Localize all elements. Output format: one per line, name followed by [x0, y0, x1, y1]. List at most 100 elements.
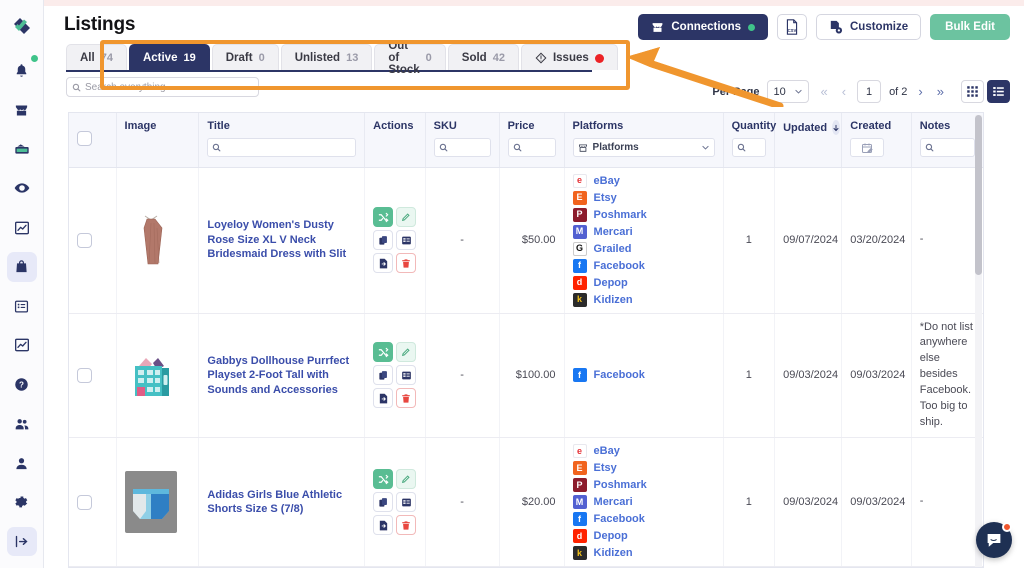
sku-filter-input[interactable]: [433, 138, 491, 157]
row-checkbox[interactable]: [77, 232, 92, 248]
per-page-select[interactable]: 10: [767, 80, 810, 103]
relist-button[interactable]: [373, 253, 394, 273]
bulk-edit-button[interactable]: Bulk Edit: [930, 14, 1010, 40]
select-all-checkbox[interactable]: [77, 131, 92, 146]
connections-button[interactable]: Connections: [638, 14, 768, 40]
chat-support-button[interactable]: [976, 522, 1012, 558]
crosslist-button[interactable]: [373, 207, 394, 227]
details-button[interactable]: [396, 230, 417, 250]
platform-item[interactable]: k Kidizen: [572, 546, 715, 561]
tab-out-of-stock[interactable]: Out of Stock 0: [374, 40, 446, 76]
sidebar-item-analytics[interactable]: [7, 213, 37, 242]
header-updated[interactable]: Updated: [774, 113, 843, 168]
crosslist-button[interactable]: [373, 469, 394, 490]
platform-label: Etsy: [593, 462, 617, 475]
platform-item[interactable]: P Poshmark: [572, 207, 715, 222]
title-filter-input[interactable]: [207, 138, 357, 157]
platform-item[interactable]: G Grailed: [572, 241, 715, 256]
notes-filter-input[interactable]: [919, 138, 975, 157]
kidizen-icon: k: [572, 546, 587, 561]
sidebar-item-team[interactable]: [7, 409, 37, 438]
sidebar-item-profile[interactable]: [7, 448, 37, 477]
listing-title-link[interactable]: Gabbys Dollhouse Purrfect Playset 2-Foot…: [207, 355, 349, 396]
row-checkbox[interactable]: [77, 494, 92, 510]
tab-active[interactable]: Active 19: [128, 44, 210, 70]
sidebar-item-help[interactable]: ?: [7, 370, 37, 399]
tab-unlisted[interactable]: Unlisted 13: [280, 44, 373, 70]
next-page-button[interactable]: ›: [915, 84, 925, 99]
current-page-input[interactable]: 1: [857, 80, 882, 103]
edit-button[interactable]: [396, 342, 417, 363]
crosslist-button[interactable]: [373, 342, 394, 363]
search-everything-input[interactable]: Search everything: [66, 77, 259, 97]
delete-button[interactable]: [396, 388, 417, 409]
listing-thumbnail[interactable]: [124, 209, 177, 271]
platform-item[interactable]: f Facebook: [572, 368, 715, 383]
tab-sold[interactable]: Sold 42: [447, 44, 519, 70]
last-page-button[interactable]: »: [934, 84, 947, 99]
customize-button[interactable]: Customize: [816, 14, 922, 40]
platform-item[interactable]: d Depop: [572, 275, 715, 290]
duplicate-button[interactable]: [373, 492, 394, 513]
platform-label: Poshmark: [593, 479, 647, 492]
relist-button[interactable]: [373, 515, 394, 536]
platform-item[interactable]: M Mercari: [572, 495, 715, 510]
platforms-filter-select[interactable]: Platforms: [572, 138, 715, 157]
duplicate-button[interactable]: [373, 230, 394, 250]
edit-button[interactable]: [396, 207, 417, 227]
list-view-button[interactable]: [987, 80, 1010, 103]
table-vertical-scrollbar[interactable]: [975, 115, 982, 567]
listing-thumbnail[interactable]: [124, 471, 177, 534]
sidebar-item-views[interactable]: [7, 174, 37, 203]
table-row[interactable]: Adidas Girls Blue Athletic Shorts Size S…: [69, 437, 983, 567]
platform-item[interactable]: k Kidizen: [572, 292, 715, 307]
tab-issues[interactable]: Issues: [520, 44, 618, 70]
updated-sort-control[interactable]: Updated: [783, 120, 841, 135]
platform-label: Facebook: [593, 259, 645, 272]
platform-item[interactable]: E Etsy: [572, 190, 715, 205]
platform-item[interactable]: e eBay: [572, 173, 715, 188]
csv-export-button[interactable]: CSV: [777, 14, 807, 40]
sidebar-item-reports[interactable]: [7, 331, 37, 360]
created-date-filter-button[interactable]: [850, 138, 885, 157]
delete-button[interactable]: [396, 515, 417, 536]
quantity-filter-input[interactable]: [731, 138, 767, 157]
table-row[interactable]: Gabbys Dollhouse Purrfect Playset 2-Foot…: [69, 313, 983, 439]
platform-item[interactable]: f Facebook: [572, 258, 715, 273]
grid-view-button[interactable]: [961, 80, 984, 103]
row-sku-cell: -: [425, 313, 500, 439]
first-page-button[interactable]: «: [817, 84, 830, 99]
listing-title-link[interactable]: Loyeloy Women's Dusty Rose Size XL V Nec…: [207, 219, 346, 260]
listing-thumbnail[interactable]: [124, 344, 177, 407]
sidebar-item-listings[interactable]: [6, 252, 37, 282]
delete-button[interactable]: [396, 253, 417, 273]
table-row[interactable]: Loyeloy Women's Dusty Rose Size XL V Nec…: [69, 167, 983, 314]
row-checkbox[interactable]: [77, 367, 92, 383]
tab-active-label: Active: [142, 52, 178, 64]
platform-item[interactable]: M Mercari: [572, 224, 715, 239]
details-button[interactable]: [396, 365, 417, 386]
tab-all[interactable]: All 74: [66, 44, 127, 70]
edit-button[interactable]: [396, 469, 417, 490]
sidebar-item-marketplace[interactable]: [7, 95, 37, 124]
duplicate-button[interactable]: [373, 365, 394, 386]
scrollbar-thumb[interactable]: [975, 115, 982, 275]
platform-item[interactable]: P Poshmark: [572, 478, 715, 493]
platform-item[interactable]: E Etsy: [572, 461, 715, 476]
sidebar-item-inventory[interactable]: [7, 292, 37, 321]
sidebar-item-sales[interactable]: [7, 135, 37, 164]
app-logo-icon[interactable]: [7, 12, 37, 41]
platform-item[interactable]: e eBay: [572, 444, 715, 459]
sidebar-item-settings[interactable]: [7, 488, 37, 517]
sidebar-collapse-toggle[interactable]: [6, 526, 37, 557]
search-icon: [439, 143, 448, 152]
prev-page-button[interactable]: ‹: [839, 84, 849, 99]
platform-item[interactable]: f Facebook: [572, 512, 715, 527]
details-button[interactable]: [396, 492, 417, 513]
listing-title-link[interactable]: Adidas Girls Blue Athletic Shorts Size S…: [207, 489, 342, 516]
relist-button[interactable]: [373, 388, 394, 409]
price-filter-input[interactable]: [507, 138, 556, 157]
sidebar-item-notifications[interactable]: [7, 55, 38, 85]
tab-draft[interactable]: Draft 0: [211, 44, 279, 70]
platform-item[interactable]: d Depop: [572, 529, 715, 544]
